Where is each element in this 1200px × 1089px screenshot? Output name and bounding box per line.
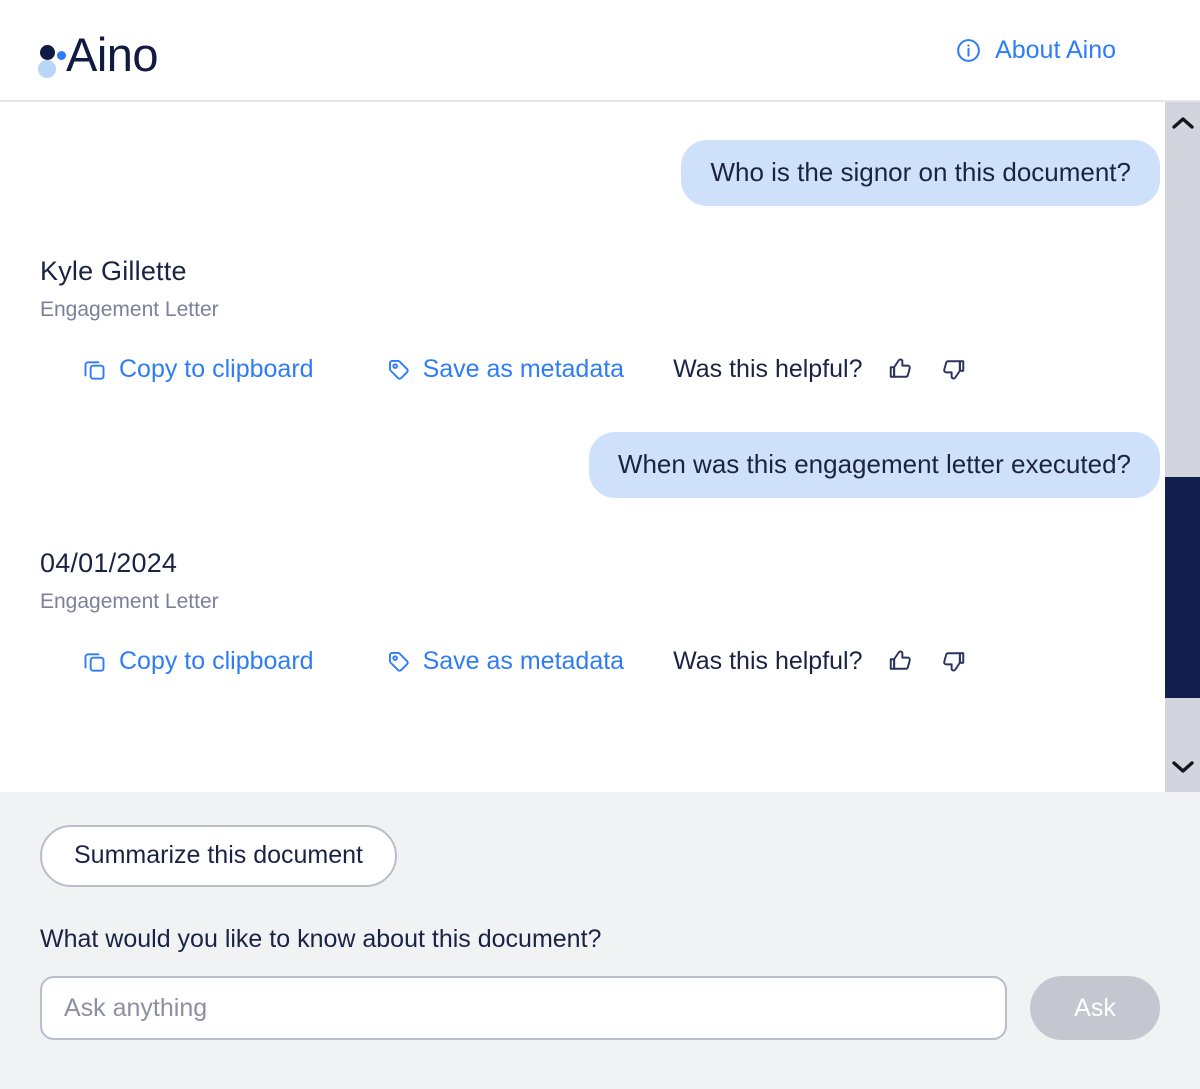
chevron-up-icon — [1171, 115, 1195, 136]
ask-button[interactable]: Ask — [1030, 976, 1160, 1040]
answer-actions: Copy to clipboard Save as metadata — [40, 352, 1160, 386]
user-message: Who is the signor on this document? — [40, 140, 1160, 206]
assistant-message: 04/01/2024 Engagement Letter Copy to cli… — [40, 546, 1160, 678]
save-as-metadata-label: Save as metadata — [423, 355, 625, 384]
assistant-message: Kyle Gillette Engagement Letter Copy to … — [40, 254, 1160, 386]
logo-dot-light-icon — [38, 60, 56, 78]
helpful-label: Was this helpful? — [673, 355, 862, 384]
helpful-label: Was this helpful? — [673, 647, 862, 676]
save-as-metadata-label: Save as metadata — [423, 647, 625, 676]
scrollbar-track[interactable] — [1165, 148, 1200, 746]
scrollbar-up-button[interactable] — [1165, 102, 1200, 148]
thumbs-down-icon[interactable] — [937, 644, 971, 678]
feedback-group: Was this helpful? — [673, 644, 970, 678]
copy-to-clipboard-button[interactable]: Copy to clipboard — [81, 355, 314, 384]
assistant-answer: 04/01/2024 Engagement Letter — [40, 546, 1160, 615]
ask-input[interactable] — [40, 976, 1007, 1040]
copy-to-clipboard-label: Copy to clipboard — [119, 647, 314, 676]
logo-dot-blue-icon — [57, 51, 66, 60]
save-as-metadata-button[interactable]: Save as metadata — [385, 355, 625, 384]
composer-input-row: Ask — [40, 976, 1160, 1040]
logo-dot-dark-icon — [40, 45, 55, 60]
aino-logo-mark — [38, 24, 68, 80]
user-message: When was this engagement letter executed… — [40, 432, 1160, 498]
thumbs-up-icon[interactable] — [883, 644, 917, 678]
thumbs-up-icon[interactable] — [883, 352, 917, 386]
composer-prompt-label: What would you like to know about this d… — [40, 924, 1160, 954]
user-message-bubble: Who is the signor on this document? — [681, 140, 1160, 206]
chevron-down-icon — [1171, 759, 1195, 780]
chat-messages: Who is the signor on this document? Kyle… — [0, 102, 1200, 792]
about-aino-label: About Aino — [995, 36, 1116, 65]
aino-chat-app: Aino About Aino Who is the signor on thi… — [0, 0, 1200, 1089]
answer-text: 04/01/2024 — [40, 546, 1160, 580]
user-message-bubble: When was this engagement letter executed… — [589, 432, 1160, 498]
assistant-answer: Kyle Gillette Engagement Letter — [40, 254, 1160, 323]
about-aino-link[interactable]: About Aino — [955, 36, 1116, 65]
scrollbar-thumb[interactable] — [1165, 477, 1200, 698]
summarize-document-chip[interactable]: Summarize this document — [40, 825, 397, 887]
info-circle-icon — [955, 37, 982, 64]
answer-source: Engagement Letter — [40, 589, 1160, 615]
composer-panel: Summarize this document What would you l… — [0, 792, 1200, 1089]
feedback-group: Was this helpful? — [673, 352, 970, 386]
copy-to-clipboard-button[interactable]: Copy to clipboard — [81, 647, 314, 676]
brand-name: Aino — [66, 31, 158, 80]
thumbs-down-icon[interactable] — [937, 352, 971, 386]
brand-logo: Aino — [38, 20, 158, 80]
tag-icon — [385, 356, 412, 383]
save-as-metadata-button[interactable]: Save as metadata — [385, 647, 625, 676]
chat-scrollbar[interactable] — [1164, 102, 1200, 792]
tag-icon — [385, 648, 412, 675]
chat-area: Who is the signor on this document? Kyle… — [0, 102, 1200, 792]
copy-icon — [81, 648, 108, 675]
answer-source: Engagement Letter — [40, 297, 1160, 323]
app-header: Aino About Aino — [0, 0, 1200, 102]
answer-text: Kyle Gillette — [40, 254, 1160, 288]
answer-actions: Copy to clipboard Save as metadata — [40, 644, 1160, 678]
copy-icon — [81, 356, 108, 383]
copy-to-clipboard-label: Copy to clipboard — [119, 355, 314, 384]
scrollbar-down-button[interactable] — [1165, 746, 1200, 792]
